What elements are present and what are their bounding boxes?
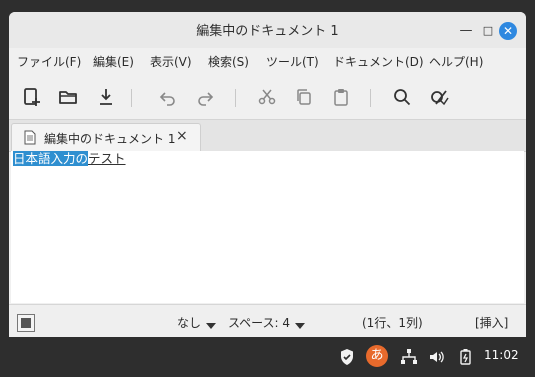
clock[interactable]: 11:02 [484,348,519,362]
toolbar-separator [235,89,236,107]
menu-documents[interactable]: ドキュメント(D) [333,53,424,70]
volume-icon[interactable] [428,348,446,366]
undo-icon[interactable] [157,86,179,108]
tab-close-icon[interactable]: × [176,128,188,144]
toolbar [9,80,526,114]
menu-view[interactable]: 表示(V) [150,53,192,70]
document-tab[interactable]: 編集中のドキュメント 1 × [11,123,201,152]
preedit-text: テスト [88,151,126,166]
insert-mode: [挿入] [475,316,509,330]
network-icon[interactable] [400,348,418,366]
input-method-icon[interactable]: あ [366,345,388,367]
redo-icon[interactable] [194,86,216,108]
shield-icon[interactable] [338,348,356,366]
save-download-icon[interactable] [95,86,117,108]
window-title: 編集中のドキュメント 1 [196,24,339,39]
cursor-position: (1行、1列) [362,316,423,330]
app-window: 編集中のドキュメント 1 — □ ✕ ファイル(F) 編集(E) 表示(V) 検… [9,12,526,337]
menu-help[interactable]: ヘルプ(H) [429,53,483,70]
spellcheck-icon[interactable] [428,86,450,108]
selected-text: 日本語入力の [13,151,89,166]
close-button[interactable]: ✕ [499,22,517,40]
highlight-mode-selector[interactable]: なし [177,314,217,331]
maximize-button[interactable]: □ [479,22,497,40]
title-bar[interactable]: 編集中のドキュメント 1 — □ ✕ [9,12,526,48]
menu-edit[interactable]: 編集(E) [93,53,134,70]
menu-file[interactable]: ファイル(F) [17,53,81,70]
document-icon [24,130,36,148]
menu-bar: ファイル(F) 編集(E) 表示(V) 検索(S) ツール(T) ドキュメント(… [9,50,526,72]
cut-icon[interactable] [256,86,278,108]
search-icon[interactable] [391,86,413,108]
indent-selector[interactable]: スペース: 4 [228,314,306,331]
menu-tools[interactable]: ツール(T) [266,53,319,70]
toolbar-separator [370,89,371,107]
chevron-down-icon [206,323,217,329]
system-panel: あ 11:02 [0,337,535,377]
chevron-down-icon [295,323,306,329]
highlight-mode-label: なし [177,316,202,330]
status-bar: なし スペース: 4 (1行、1列) [挿入] [9,304,526,337]
copy-icon[interactable] [293,86,315,108]
editor-line: 日本語入力のテスト [13,151,126,167]
minimize-button[interactable]: — [457,22,475,40]
indent-label: スペース: 4 [228,316,291,330]
tab-bar: 編集中のドキュメント 1 × [9,119,526,152]
tab-label: 編集中のドキュメント 1 [44,132,176,146]
battery-icon[interactable] [457,348,475,366]
paste-icon[interactable] [330,86,352,108]
new-document-icon[interactable] [21,86,43,108]
side-panel-toggle-icon[interactable] [17,314,35,332]
toolbar-separator [131,89,132,107]
menu-search[interactable]: 検索(S) [208,53,249,70]
open-folder-icon[interactable] [57,86,79,108]
text-editor[interactable]: 日本語入力のテスト [11,151,524,303]
